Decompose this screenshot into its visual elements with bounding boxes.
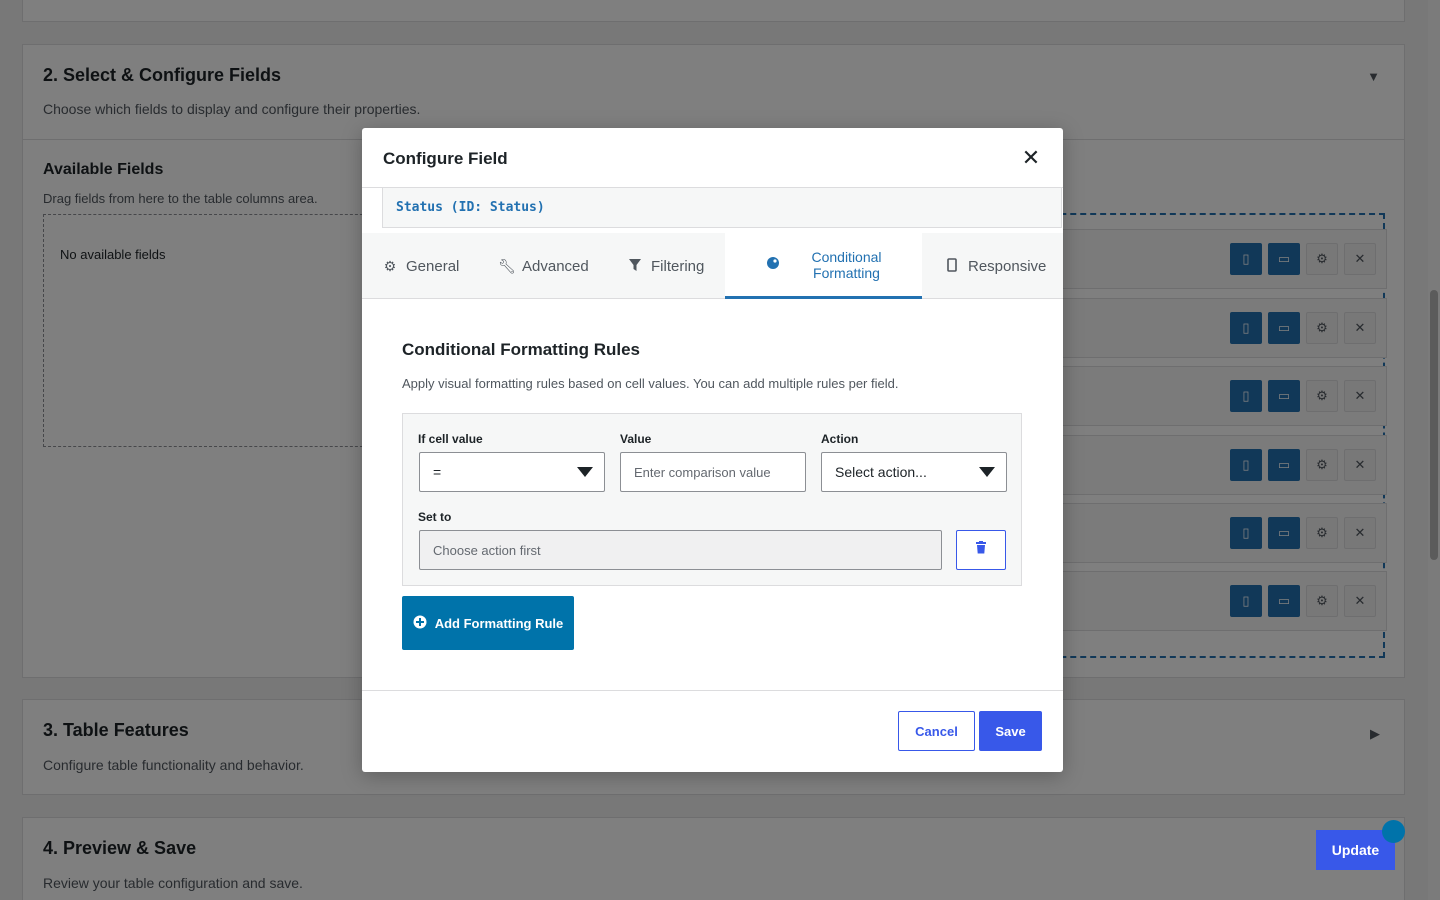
action-value: Select action... <box>835 464 927 480</box>
set-to-label: Set to <box>418 510 452 524</box>
set-to-placeholder: Choose action first <box>433 543 541 558</box>
if-cell-value-label: If cell value <box>418 432 483 446</box>
tab-general[interactable]: ⚙ General <box>382 233 460 299</box>
modal-tabs: ⚙ General 🔧︎ Advanced Filtering Conditio… <box>362 233 1063 299</box>
cancel-button[interactable]: Cancel <box>898 711 975 751</box>
tab-label: Filtering <box>651 257 705 275</box>
modal-title: Configure Field <box>383 149 508 168</box>
close-icon[interactable]: ✕ <box>1021 147 1041 169</box>
add-formatting-rule-label: Add Formatting Rule <box>434 615 564 631</box>
action-label: Action <box>821 432 859 446</box>
tab-responsive[interactable]: Responsive <box>944 233 1046 299</box>
filter-icon <box>627 258 643 275</box>
conditional-formatting-title: Conditional Formatting Rules <box>402 340 640 359</box>
tab-label-line1: Conditional <box>811 248 882 265</box>
color-palette-icon <box>765 256 781 273</box>
gear-icon: ⚙ <box>383 257 397 274</box>
delete-rule-button[interactable] <box>956 530 1006 570</box>
tab-advanced[interactable]: 🔧︎ Advanced <box>498 233 589 299</box>
add-formatting-rule-button[interactable]: Add Formatting Rule <box>402 596 574 650</box>
mobile-icon <box>944 257 960 275</box>
configure-field-modal: Configure Field ✕ Status (ID: Status) ⚙ … <box>362 128 1063 772</box>
conditional-formatting-description: Apply visual formatting rules based on c… <box>402 376 899 391</box>
modal-footer: Cancel Save <box>362 690 1063 772</box>
field-id-label: Status (ID: Status) <box>382 188 1062 228</box>
chevron-down-icon <box>979 467 995 477</box>
value-label: Value <box>620 432 652 446</box>
chevron-down-icon <box>577 467 593 477</box>
operator-value: = <box>433 464 442 480</box>
tab-label: Advanced <box>522 257 589 275</box>
modal-header: Configure Field ✕ <box>362 128 1063 188</box>
formatting-rule: If cell value = Value Enter comparison v… <box>402 413 1022 586</box>
notification-dot <box>1382 820 1405 843</box>
set-to-input[interactable]: Choose action first <box>419 530 942 570</box>
tab-label-line2: Formatting <box>813 264 880 281</box>
comparison-value-placeholder: Enter comparison value <box>634 465 771 480</box>
save-button[interactable]: Save <box>979 711 1042 751</box>
tab-label: General <box>406 257 460 275</box>
comparison-value-input[interactable]: Enter comparison value <box>620 452 806 492</box>
action-select[interactable]: Select action... <box>821 452 1007 492</box>
operator-select[interactable]: = <box>419 452 605 492</box>
plus-circle-icon <box>413 615 427 632</box>
tab-filtering[interactable]: Filtering <box>627 233 704 299</box>
tab-conditional-formatting[interactable]: Conditional Formatting <box>725 233 922 299</box>
wrench-icon: 🔧︎ <box>498 257 516 274</box>
trash-icon <box>975 541 987 559</box>
tab-label: Responsive <box>968 257 1047 275</box>
